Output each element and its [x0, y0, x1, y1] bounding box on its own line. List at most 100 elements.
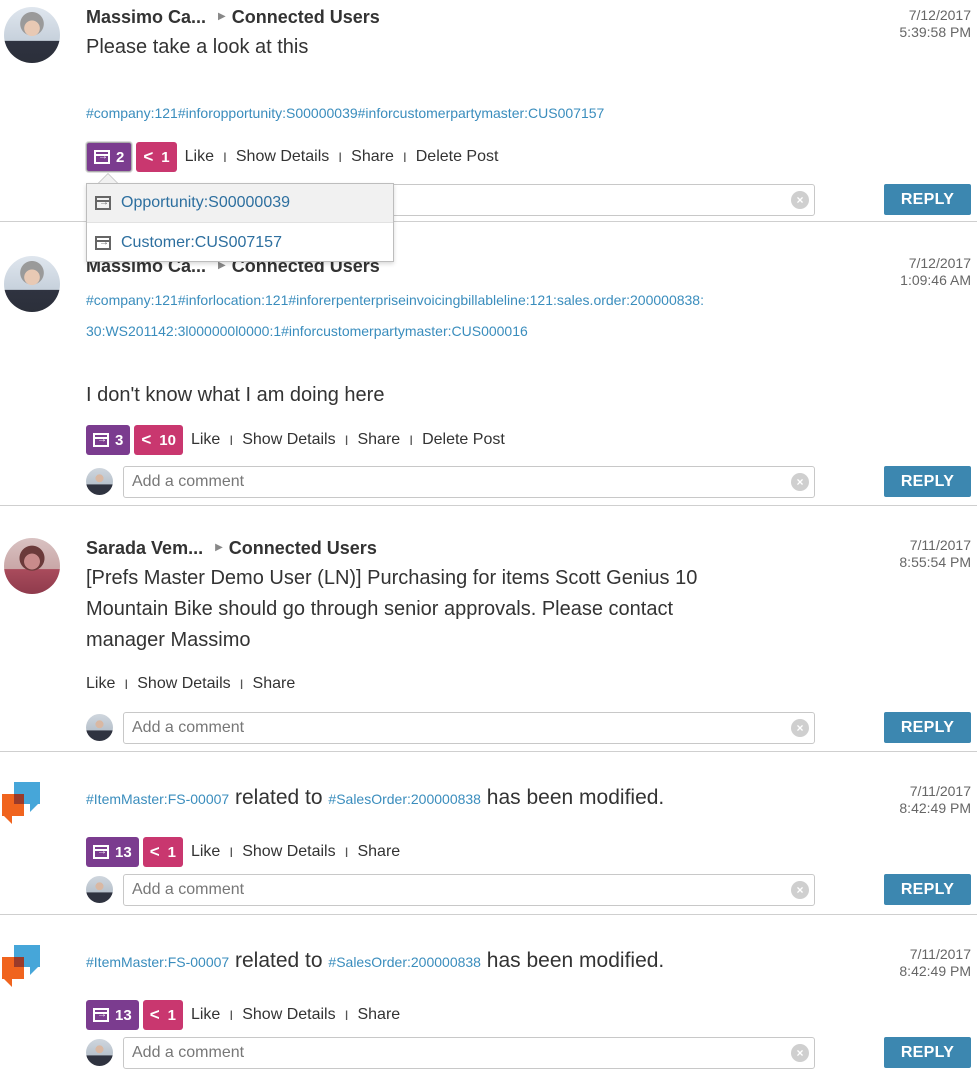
share-icon: < [149, 1005, 160, 1024]
comment-input[interactable] [123, 1037, 815, 1069]
show-details-link[interactable]: Show Details [242, 431, 335, 449]
shares-badge[interactable]: <10 [134, 425, 183, 455]
separator: I [222, 149, 227, 165]
post-date: 7/11/2017 [909, 537, 971, 553]
post-actions: 13 <1 Like I Show Details I Share [86, 837, 400, 867]
delete-post-link[interactable]: Delete Post [422, 431, 505, 449]
like-link[interactable]: Like [185, 148, 214, 166]
sales-order-tag[interactable]: #SalesOrder:200000838 [328, 791, 481, 807]
share-link[interactable]: Share [351, 148, 394, 166]
popup-item-customer[interactable]: Customer:CUS007157 [87, 223, 393, 262]
clear-icon[interactable]: × [791, 473, 809, 491]
comment-row: × REPLY [86, 712, 971, 744]
post-tags-line[interactable]: 30:WS201142:3l000000l0000:1#inforcustome… [86, 316, 866, 347]
group-name[interactable]: Connected Users [232, 7, 380, 27]
linked-object-icon [93, 845, 109, 859]
sales-order-tag[interactable]: #SalesOrder:200000838 [328, 954, 481, 970]
reply-button[interactable]: REPLY [884, 184, 971, 215]
post-timestamp: 7/11/2017 8:42:49 PM [899, 783, 971, 817]
like-link[interactable]: Like [86, 675, 115, 693]
post-time: 5:39:58 PM [899, 24, 971, 40]
reply-button[interactable]: REPLY [884, 466, 971, 497]
caret-right-icon: ▶ [218, 11, 226, 22]
user-avatar [86, 468, 113, 495]
item-master-tag[interactable]: #ItemMaster:FS-00007 [86, 954, 229, 970]
item-master-tag[interactable]: #ItemMaster:FS-00007 [86, 791, 229, 807]
post-timestamp: 7/11/2017 8:55:54 PM [899, 537, 971, 571]
linked-object-icon [93, 433, 109, 447]
popup-item-label: Opportunity:S00000039 [121, 194, 291, 211]
share-link[interactable]: Share [357, 431, 400, 449]
post-message: #ItemMaster:FS-00007 related to #SalesOr… [86, 949, 664, 973]
like-link[interactable]: Like [191, 431, 220, 449]
post-2: Massimo Ca... ▶ Connected Users 7/12/2017 … [0, 222, 977, 506]
reply-button[interactable]: REPLY [884, 712, 971, 743]
show-details-link[interactable]: Show Details [242, 1006, 335, 1024]
author-avatar[interactable] [4, 538, 60, 594]
popup-item-opportunity[interactable]: Opportunity:S00000039 [87, 184, 393, 223]
separator: I [344, 432, 349, 448]
share-link[interactable]: Share [253, 675, 296, 693]
shares-badge[interactable]: <1 [136, 142, 177, 172]
separator: I [229, 1007, 234, 1023]
shares-badge[interactable]: <1 [142, 837, 183, 867]
comment-input[interactable] [123, 712, 815, 744]
author-avatar[interactable] [4, 7, 60, 63]
post-actions: 13 <1 Like I Show Details I Share [86, 1000, 400, 1030]
post-tags[interactable]: #company:121#inforopportunity:S00000039#… [86, 98, 866, 129]
reply-button[interactable]: REPLY [884, 1037, 971, 1068]
post-actions: 3 <10 Like I Show Details I Share I Delete … [86, 425, 505, 455]
linked-objects-badge[interactable]: 3 [86, 425, 131, 455]
post-time: 1:09:46 AM [900, 272, 971, 288]
linked-objects-badge[interactable]: 13 [86, 837, 139, 867]
clear-icon[interactable]: × [791, 1044, 809, 1062]
objects-count: 2 [116, 148, 125, 166]
author-avatar[interactable] [4, 256, 60, 312]
shares-count: 1 [161, 148, 170, 166]
like-link[interactable]: Like [191, 1006, 220, 1024]
message-text: related to [229, 949, 329, 972]
clear-icon[interactable]: × [791, 881, 809, 899]
reply-button[interactable]: REPLY [884, 874, 971, 905]
clear-icon[interactable]: × [791, 191, 809, 209]
show-details-link[interactable]: Show Details [137, 675, 230, 693]
show-details-link[interactable]: Show Details [242, 843, 335, 861]
author-name[interactable]: Sarada Vem... [86, 538, 203, 558]
post-timestamp: 7/12/2017 5:39:58 PM [899, 7, 971, 41]
comment-input[interactable] [123, 874, 815, 906]
post-message: I don't know what I am doing here [86, 384, 385, 406]
caret-right-icon: ▶ [215, 542, 223, 553]
like-link[interactable]: Like [191, 843, 220, 861]
shares-count: 10 [159, 431, 176, 449]
group-name[interactable]: Connected Users [229, 538, 377, 558]
author-name[interactable]: Massimo Ca... [86, 7, 206, 27]
popup-caret [98, 173, 118, 183]
show-details-link[interactable]: Show Details [236, 148, 329, 166]
post-timestamp: 7/12/2017 1:09:46 AM [900, 255, 971, 289]
post-date: 7/11/2017 [909, 783, 971, 799]
share-icon: < [141, 430, 152, 449]
user-avatar [86, 876, 113, 903]
post-date: 7/12/2017 [908, 7, 971, 23]
share-link[interactable]: Share [357, 1006, 400, 1024]
separator: I [229, 432, 234, 448]
separator: I [409, 432, 414, 448]
message-text: has been modified. [480, 786, 665, 809]
post-tags[interactable]: #company:121#inforlocation:121#inforerpe… [86, 285, 866, 347]
clear-icon[interactable]: × [791, 719, 809, 737]
post-message: Please take a look at this [86, 36, 309, 58]
share-link[interactable]: Share [357, 843, 400, 861]
post-date: 7/12/2017 [908, 255, 971, 271]
linked-object-icon [94, 150, 110, 164]
post-timestamp: 7/11/2017 8:42:49 PM [899, 946, 971, 980]
objects-count: 13 [115, 843, 132, 861]
linked-objects-badge[interactable]: 2 [86, 142, 133, 172]
comment-row: × REPLY [86, 466, 971, 498]
shares-badge[interactable]: <1 [142, 1000, 183, 1030]
delete-post-link[interactable]: Delete Post [416, 148, 499, 166]
post-time: 8:55:54 PM [899, 554, 971, 570]
linked-object-icon [93, 1008, 109, 1022]
post-tags-line[interactable]: #company:121#inforlocation:121#inforerpe… [86, 285, 866, 316]
comment-input[interactable] [123, 466, 815, 498]
linked-objects-badge[interactable]: 13 [86, 1000, 139, 1030]
